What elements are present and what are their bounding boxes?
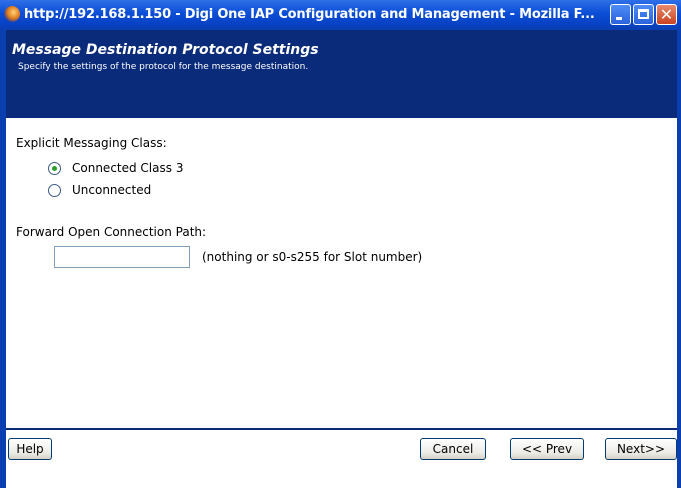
help-button[interactable]: Help bbox=[8, 438, 52, 460]
radio-button-unchecked[interactable] bbox=[48, 184, 61, 197]
button-bar: Help Cancel << Prev Next>> bbox=[6, 428, 677, 488]
close-button[interactable]: ✕ bbox=[656, 4, 677, 25]
next-button[interactable]: Next>> bbox=[605, 438, 677, 460]
close-icon: ✕ bbox=[659, 5, 674, 24]
radio-button-checked[interactable] bbox=[48, 162, 61, 175]
forward-open-path-label: Forward Open Connection Path: bbox=[16, 225, 207, 239]
connection-path-input[interactable] bbox=[54, 246, 190, 268]
settings-form: Explicit Messaging Class: Connected Clas… bbox=[6, 118, 677, 428]
cancel-button[interactable]: Cancel bbox=[420, 438, 486, 460]
window-title: http://192.168.1.150 - Digi One IAP Conf… bbox=[24, 7, 595, 22]
explicit-messaging-class-label: Explicit Messaging Class: bbox=[16, 136, 167, 150]
firefox-icon bbox=[4, 6, 20, 22]
minimize-icon bbox=[616, 17, 622, 20]
maximize-icon bbox=[638, 9, 649, 19]
window-frame-right bbox=[677, 30, 681, 488]
radio-label: Unconnected bbox=[72, 183, 152, 197]
connection-path-hint: (nothing or s0-s255 for Slot number) bbox=[202, 250, 423, 264]
prev-button[interactable]: << Prev bbox=[510, 438, 584, 460]
minimize-button[interactable] bbox=[610, 4, 631, 25]
radio-label: Connected Class 3 bbox=[72, 161, 184, 175]
window-titlebar: http://192.168.1.150 - Digi One IAP Conf… bbox=[0, 0, 681, 30]
page-header: Message Destination Protocol Settings Sp… bbox=[6, 30, 677, 118]
page-title: Message Destination Protocol Settings bbox=[12, 42, 319, 58]
page-subtitle: Specify the settings of the protocol for… bbox=[18, 62, 309, 72]
maximize-button[interactable] bbox=[633, 4, 654, 25]
